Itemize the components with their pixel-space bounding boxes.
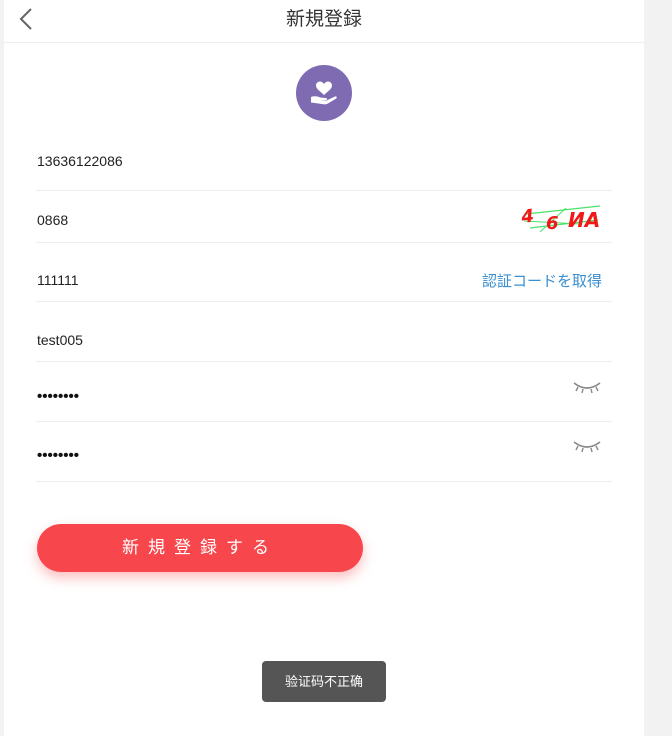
username-input[interactable]: test005: [37, 332, 83, 348]
logo: [296, 65, 352, 121]
eye-closed-icon: [573, 382, 601, 394]
password-input[interactable]: ••••••••: [37, 388, 79, 405]
password-field[interactable]: ••••••••: [36, 361, 612, 422]
register-button[interactable]: 新規登録する: [37, 524, 363, 572]
sms-code-input[interactable]: 111111: [37, 272, 79, 288]
sms-code-field[interactable]: 111111 認証コードを取得: [36, 241, 612, 302]
password-confirm-toggle[interactable]: [572, 438, 602, 454]
captcha-input[interactable]: 0868: [37, 212, 68, 228]
captcha-image-graphic: 4 6 ИA: [519, 205, 600, 234]
captcha-char: ИA: [568, 208, 600, 232]
captcha-field[interactable]: 0868 4 6 ИA: [36, 182, 612, 243]
register-page: 新規登録 13636122086 0868 4 6 ИA 111111 認証コー…: [4, 0, 644, 736]
password-confirm-input[interactable]: ••••••••: [37, 447, 79, 464]
password-confirm-field[interactable]: ••••••••: [36, 421, 612, 482]
heart-hand-icon: [311, 81, 337, 105]
get-code-button[interactable]: 認証コードを取得: [482, 270, 602, 291]
captcha-image[interactable]: 4 6 ИA: [519, 202, 604, 236]
page-title: 新規登録: [285, 9, 362, 30]
header-bar: 新規登録: [4, 0, 644, 43]
eye-closed-icon: [573, 441, 601, 453]
username-field[interactable]: test005: [36, 301, 612, 362]
captcha-char: 6: [546, 213, 559, 234]
password-toggle[interactable]: [572, 379, 602, 395]
error-toast: 验证码不正确: [262, 661, 386, 702]
phone-input[interactable]: 13636122086: [37, 153, 123, 169]
captcha-char: 4: [520, 206, 535, 228]
